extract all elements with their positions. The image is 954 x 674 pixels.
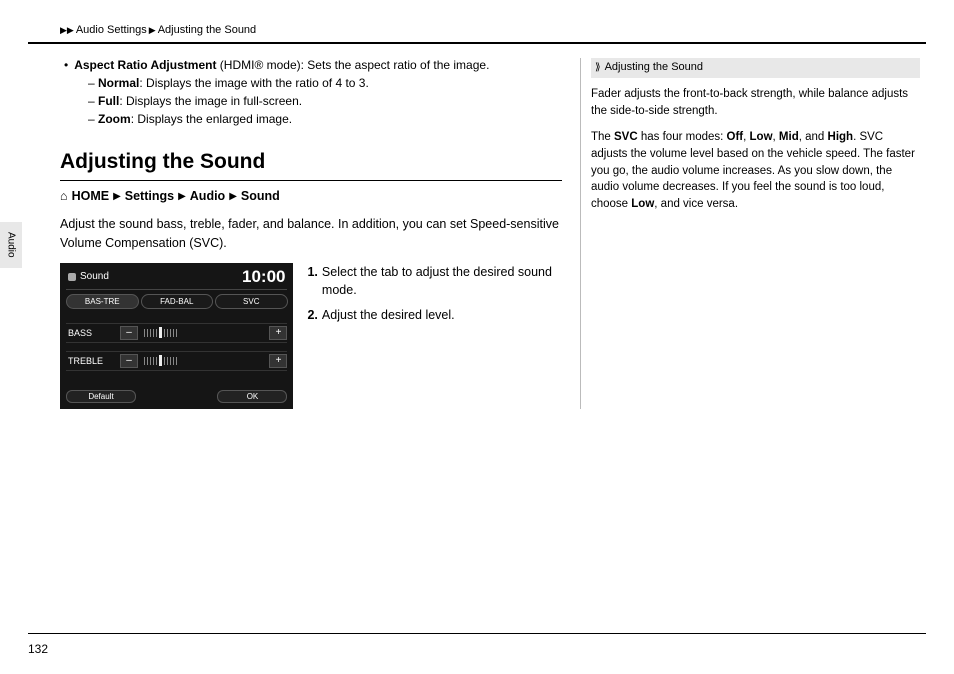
gear-icon (68, 273, 76, 281)
chevron-right-icon: ▶ (149, 25, 156, 36)
full-text: : Displays the image in full-screen. (119, 94, 302, 108)
zoom-text: : Displays the enlarged image. (131, 112, 292, 126)
page-number: 132 (28, 642, 48, 656)
section-heading: Adjusting the Sound (60, 150, 562, 174)
side-tab-audio: Audio (0, 222, 22, 268)
chevron-right-icon: ▶ (178, 191, 186, 202)
bass-label: BASS (66, 328, 114, 338)
treble-slider[interactable] (144, 355, 263, 366)
device-title: Sound (80, 271, 109, 282)
steps: 1. Select the tab to adjust the desired … (307, 263, 562, 331)
bass-minus-button[interactable]: – (120, 326, 138, 340)
treble-plus-button[interactable]: + (269, 354, 287, 368)
sub-bullet-normal: – Normal: Displays the image with the ra… (88, 76, 562, 90)
breadcrumb: ▶▶ Audio Settings ▶ Adjusting the Sound (0, 0, 954, 42)
home-icon: ⌂ (60, 189, 68, 203)
sidebar-header: ⟫ Adjusting the Sound (591, 58, 920, 78)
path-settings: Settings (125, 189, 174, 203)
sub-bullet-full: – Full: Displays the image in full-scree… (88, 94, 562, 108)
normal-title: Normal (98, 76, 139, 90)
sidebar-title: Adjusting the Sound (605, 60, 703, 76)
aspect-text: (HDMI® mode): Sets the aspect ratio of t… (216, 58, 489, 72)
path-sound: Sound (241, 189, 280, 203)
path-home: HOME (72, 189, 110, 203)
bullet-icon: • (64, 58, 68, 72)
path-audio: Audio (190, 189, 225, 203)
tab-bas-tre[interactable]: BAS-TRE (66, 294, 139, 309)
chevron-right-icon: ▶ (113, 191, 121, 202)
aspect-title: Aspect Ratio Adjustment (74, 58, 216, 72)
step-2-text: Adjust the desired level. (322, 306, 455, 325)
sidebar: ⟫ Adjusting the Sound Fader adjusts the … (580, 58, 920, 409)
main-column: • Aspect Ratio Adjustment (HDMI® mode): … (60, 58, 580, 409)
zoom-title: Zoom (98, 112, 131, 126)
section-rule (60, 180, 562, 181)
normal-text: : Displays the image with the ratio of 4… (139, 76, 368, 90)
treble-label: TREBLE (66, 356, 114, 366)
row-treble: TREBLE – + (66, 351, 287, 371)
chevron-right-icon: ▶▶ (60, 25, 74, 36)
crumb-audio-settings: Audio Settings (76, 24, 147, 36)
footer-rule (28, 633, 926, 634)
sidebar-p1: Fader adjusts the front-to-back strength… (591, 86, 920, 119)
sub-bullet-zoom: – Zoom: Displays the enlarged image. (88, 112, 562, 126)
intro-text: Adjust the sound bass, treble, fader, an… (60, 215, 562, 253)
default-button[interactable]: Default (66, 390, 136, 403)
ok-button[interactable]: OK (217, 390, 287, 403)
sidebar-p2: The SVC has four modes: Off, Low, Mid, a… (591, 129, 920, 212)
chevron-right-icon: ▶ (229, 191, 237, 202)
step-1-text: Select the tab to adjust the desired sou… (322, 263, 562, 301)
side-tab-label: Audio (6, 232, 17, 258)
tab-fad-bal[interactable]: FAD-BAL (141, 294, 214, 309)
nav-path: ⌂ HOME ▶ Settings ▶ Audio ▶ Sound (60, 189, 562, 203)
note-icon: ⟫ (595, 61, 601, 76)
treble-minus-button[interactable]: – (120, 354, 138, 368)
device-screenshot: Sound 10:00 BAS-TRE FAD-BAL SVC BASS – (60, 263, 293, 409)
tab-svc[interactable]: SVC (215, 294, 288, 309)
bass-plus-button[interactable]: + (269, 326, 287, 340)
step-1-num: 1. (307, 263, 317, 301)
full-title: Full (98, 94, 119, 108)
crumb-adjusting-sound: Adjusting the Sound (158, 24, 256, 36)
row-bass: BASS – + (66, 323, 287, 343)
step-2-num: 2. (307, 306, 317, 325)
bullet-aspect-ratio: • Aspect Ratio Adjustment (HDMI® mode): … (60, 58, 562, 72)
device-clock: 10:00 (242, 267, 285, 287)
bass-slider[interactable] (144, 327, 263, 338)
